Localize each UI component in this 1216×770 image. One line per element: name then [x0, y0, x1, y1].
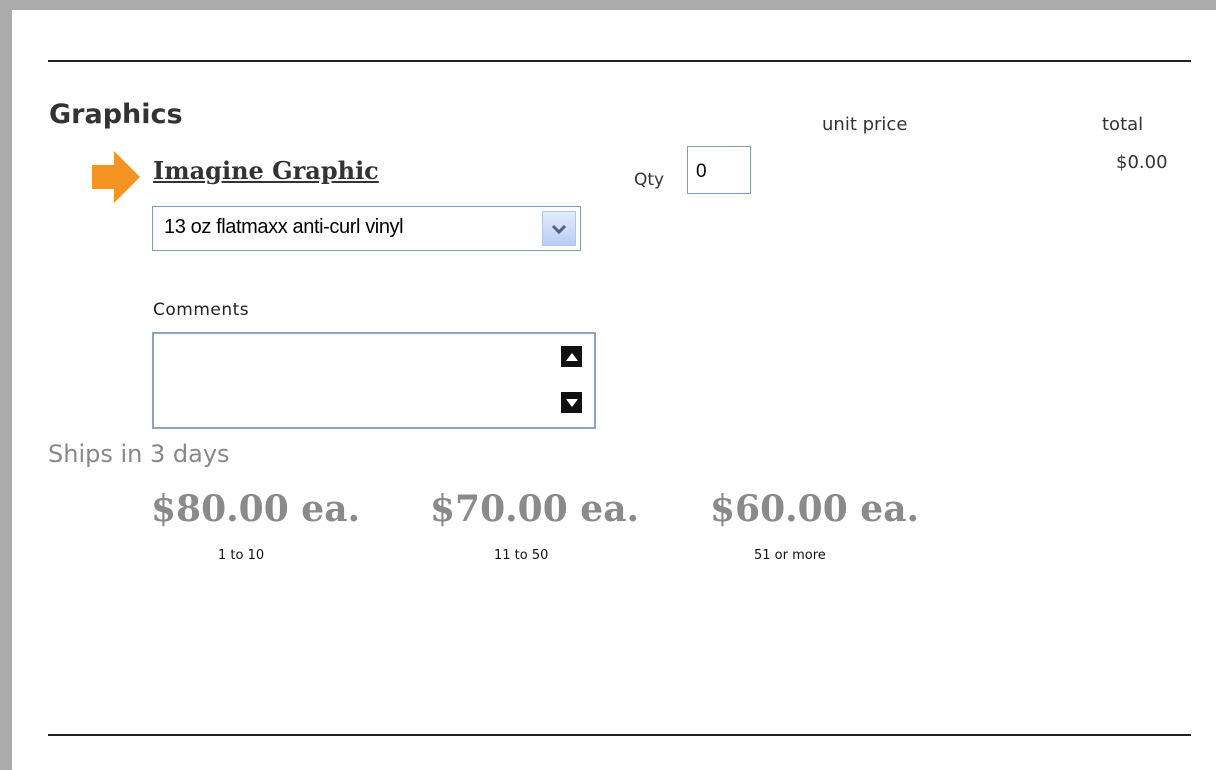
line-total: $0.00	[1116, 152, 1168, 173]
material-select[interactable]: 13 oz flatmaxx anti-curl vinyl	[152, 206, 581, 251]
qty-input[interactable]	[687, 146, 751, 194]
scroll-down-button[interactable]	[561, 392, 582, 413]
arrow-up-icon	[565, 352, 578, 361]
arrow-right-icon	[92, 151, 140, 203]
material-select-value: 13 oz flatmaxx anti-curl vinyl	[164, 216, 404, 238]
comments-textarea[interactable]	[152, 332, 596, 429]
tier-range: 1 to 10	[218, 548, 265, 563]
chevron-down-icon	[551, 224, 567, 234]
bottom-divider	[48, 734, 1191, 736]
section-title: Graphics	[49, 99, 183, 130]
top-divider	[48, 60, 1191, 62]
tier-price: $80.00 ea.	[151, 488, 361, 530]
qty-label: Qty	[634, 170, 665, 190]
unit-price-header: unit price	[822, 114, 908, 135]
comments-label: Comments	[153, 300, 250, 320]
total-header: total	[1102, 114, 1144, 135]
tier-price: $70.00 ea.	[430, 488, 640, 530]
tier-price: $60.00 ea.	[710, 488, 920, 530]
dropdown-button[interactable]	[542, 211, 576, 246]
arrow-down-icon	[565, 398, 578, 407]
tier-range: 11 to 50	[494, 548, 549, 563]
shipping-note: Ships in 3 days	[48, 440, 230, 468]
product-panel: Graphics unit price total $0.00 Imagine …	[12, 10, 1216, 770]
tier-range: 51 or more	[754, 548, 826, 563]
product-name-link[interactable]: Imagine Graphic	[153, 156, 379, 185]
scroll-up-button[interactable]	[561, 346, 582, 367]
